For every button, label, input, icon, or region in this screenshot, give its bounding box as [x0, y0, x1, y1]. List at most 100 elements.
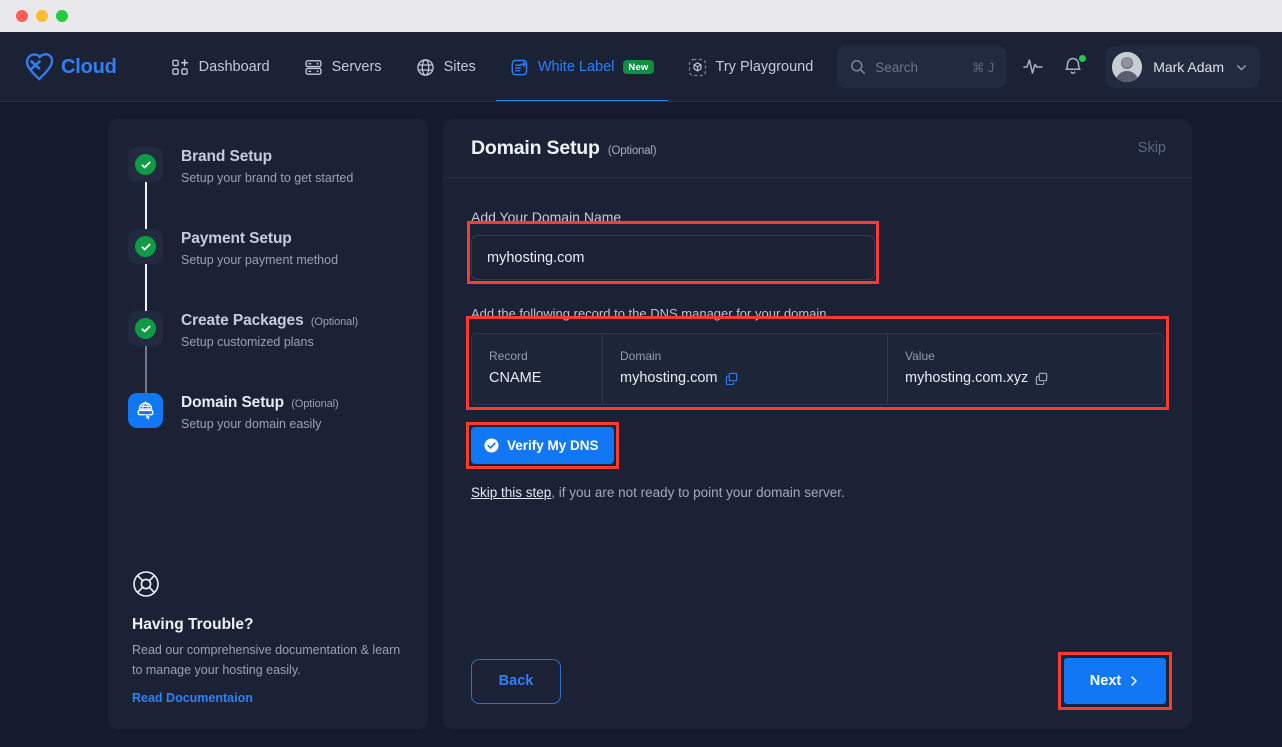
- next-button-highlight: Next: [1064, 658, 1166, 704]
- window-titlebar: [0, 0, 1282, 32]
- step-text: Brand Setup Setup your brand to get star…: [181, 147, 353, 229]
- verify-my-dns-button[interactable]: Verify My DNS: [471, 427, 614, 464]
- user-name: Mark Adam: [1153, 59, 1224, 75]
- column-header: Record: [489, 349, 602, 363]
- step-title-text: Payment Setup: [181, 230, 292, 247]
- next-button[interactable]: Next: [1064, 658, 1166, 704]
- step-text: Create Packages (Optional) Setup customi…: [181, 311, 358, 393]
- nav-item-sites[interactable]: Sites: [402, 32, 490, 102]
- user-menu[interactable]: Mark Adam: [1105, 46, 1260, 88]
- step-text: Payment Setup Setup your payment method: [181, 229, 338, 311]
- verify-button-label: Verify My DNS: [507, 438, 599, 453]
- dashboard-grid-plus-icon: [171, 58, 190, 77]
- cube-dashed-icon: [688, 58, 707, 77]
- dns-target-value: myhosting.com.xyz: [905, 370, 1028, 386]
- skip-line-rest: , if you are not ready to point your dom…: [551, 485, 844, 500]
- new-badge: New: [623, 60, 653, 74]
- setup-stepper-sidebar: Brand Setup Setup your brand to get star…: [108, 119, 428, 729]
- domain-input-highlight: [471, 225, 875, 280]
- step-text: Domain Setup (Optional) Setup your domai…: [181, 393, 339, 475]
- sidebar-step-brand-setup[interactable]: Brand Setup Setup your brand to get star…: [128, 147, 428, 229]
- domain-field-label: Add Your Domain Name: [471, 209, 1164, 225]
- step-subtitle: Setup your brand to get started: [181, 171, 353, 185]
- top-navigation-bar: Cloud Dashboard: [0, 32, 1282, 102]
- step-optional-tag: (Optional): [311, 316, 358, 328]
- search-input[interactable]: [875, 60, 945, 75]
- read-documentation-link[interactable]: Read Documentaion: [132, 691, 253, 705]
- notifications-button[interactable]: [1061, 54, 1087, 80]
- search-shortcut-hint: ⌘ J: [972, 60, 994, 75]
- step-subtitle: Setup your payment method: [181, 253, 338, 267]
- globe-icon: [416, 58, 435, 77]
- domain-name-input[interactable]: [471, 235, 875, 280]
- close-window-button[interactable]: [16, 10, 28, 22]
- skip-this-step-link[interactable]: Skip this step: [471, 485, 551, 500]
- step-title: Brand Setup: [181, 148, 353, 166]
- dns-instruction-text: Add the following record to the DNS mana…: [471, 306, 1164, 321]
- nav-item-label: Try Playground: [716, 59, 814, 75]
- dns-cell-value: Value myhosting.com.xyz: [887, 334, 1163, 404]
- verify-dns-highlight: Verify My DNS: [471, 427, 614, 464]
- activity-button[interactable]: [1021, 54, 1047, 80]
- help-text: Read our comprehensive documentation & l…: [132, 641, 406, 680]
- document-plus-icon: [510, 58, 529, 77]
- page-title-optional-tag: (Optional): [608, 145, 657, 157]
- domain-setup-panel: Domain Setup (Optional) Skip Add Your Do…: [443, 119, 1192, 729]
- panel-header: Domain Setup (Optional) Skip: [443, 119, 1192, 178]
- cloud-logo-icon: [24, 53, 54, 81]
- content-area: Brand Setup Setup your brand to get star…: [0, 102, 1282, 729]
- sidebar-step-create-packages[interactable]: Create Packages (Optional) Setup customi…: [128, 311, 428, 393]
- help-block: Having Trouble? Read our comprehensive d…: [132, 570, 406, 707]
- nav-item-label: White Label: [538, 59, 615, 75]
- nav-item-try-playground[interactable]: Try Playground: [674, 32, 828, 102]
- nav-item-white-label[interactable]: White Label New: [496, 32, 668, 102]
- back-button[interactable]: Back: [471, 659, 561, 704]
- step-title: Create Packages (Optional): [181, 312, 358, 330]
- dns-domain-row: myhosting.com: [620, 370, 887, 386]
- brand-logo[interactable]: Cloud: [24, 53, 117, 81]
- dns-cell-domain: Domain myhosting.com: [602, 334, 887, 404]
- dns-record-value: CNAME: [489, 370, 541, 386]
- check-badge: [135, 154, 156, 175]
- nav-right-cluster: ⌘ J: [837, 46, 1260, 88]
- lifebuoy-icon-wrap: [132, 570, 406, 598]
- sidebar-step-payment-setup[interactable]: Payment Setup Setup your payment method: [128, 229, 428, 311]
- server-rack-icon: [304, 58, 323, 77]
- step-title: Domain Setup (Optional): [181, 394, 339, 412]
- step-status-icon: [128, 393, 163, 428]
- nav-item-label: Sites: [444, 59, 476, 75]
- copy-icon[interactable]: [1035, 372, 1048, 385]
- page-title-text: Domain Setup: [471, 137, 600, 159]
- nav-item-label: Dashboard: [199, 59, 270, 75]
- sidebar-step-domain-setup[interactable]: Domain Setup (Optional) Setup your domai…: [128, 393, 428, 475]
- chevron-down-icon: [1235, 61, 1248, 74]
- nav-item-dashboard[interactable]: Dashboard: [157, 32, 284, 102]
- dns-cell-record: Record CNAME: [472, 334, 602, 404]
- chevron-right-icon: [1128, 675, 1140, 687]
- dns-table-highlight: Record CNAME Domain myhosting.com: [471, 321, 1164, 405]
- dns-value-row: myhosting.com.xyz: [905, 370, 1163, 386]
- nav-item-servers[interactable]: Servers: [290, 32, 396, 102]
- step-connector: [145, 182, 147, 229]
- search-box[interactable]: ⌘ J: [837, 46, 1007, 88]
- nav-item-label: Servers: [332, 59, 382, 75]
- minimize-window-button[interactable]: [36, 10, 48, 22]
- check-icon: [140, 159, 152, 171]
- step-status-icon: [128, 229, 163, 264]
- skip-step-line: Skip this step, if you are not ready to …: [471, 485, 1164, 500]
- lifebuoy-icon: [132, 570, 160, 598]
- column-header: Domain: [620, 349, 887, 363]
- step-list: Brand Setup Setup your brand to get star…: [108, 147, 428, 475]
- step-status-icon: [128, 147, 163, 182]
- skip-button[interactable]: Skip: [1138, 140, 1166, 156]
- activity-pulse-icon: [1021, 54, 1045, 78]
- brand-name: Cloud: [61, 56, 117, 79]
- maximize-window-button[interactable]: [56, 10, 68, 22]
- dns-record-table: Record CNAME Domain myhosting.com: [471, 333, 1164, 405]
- step-title-text: Create Packages: [181, 312, 304, 329]
- panel-body: Add Your Domain Name Add the following r…: [443, 178, 1192, 500]
- copy-icon[interactable]: [725, 372, 738, 385]
- domain-globe-cursor-icon: [135, 400, 156, 421]
- column-header: Value: [905, 349, 1163, 363]
- step-status-icon: [128, 311, 163, 346]
